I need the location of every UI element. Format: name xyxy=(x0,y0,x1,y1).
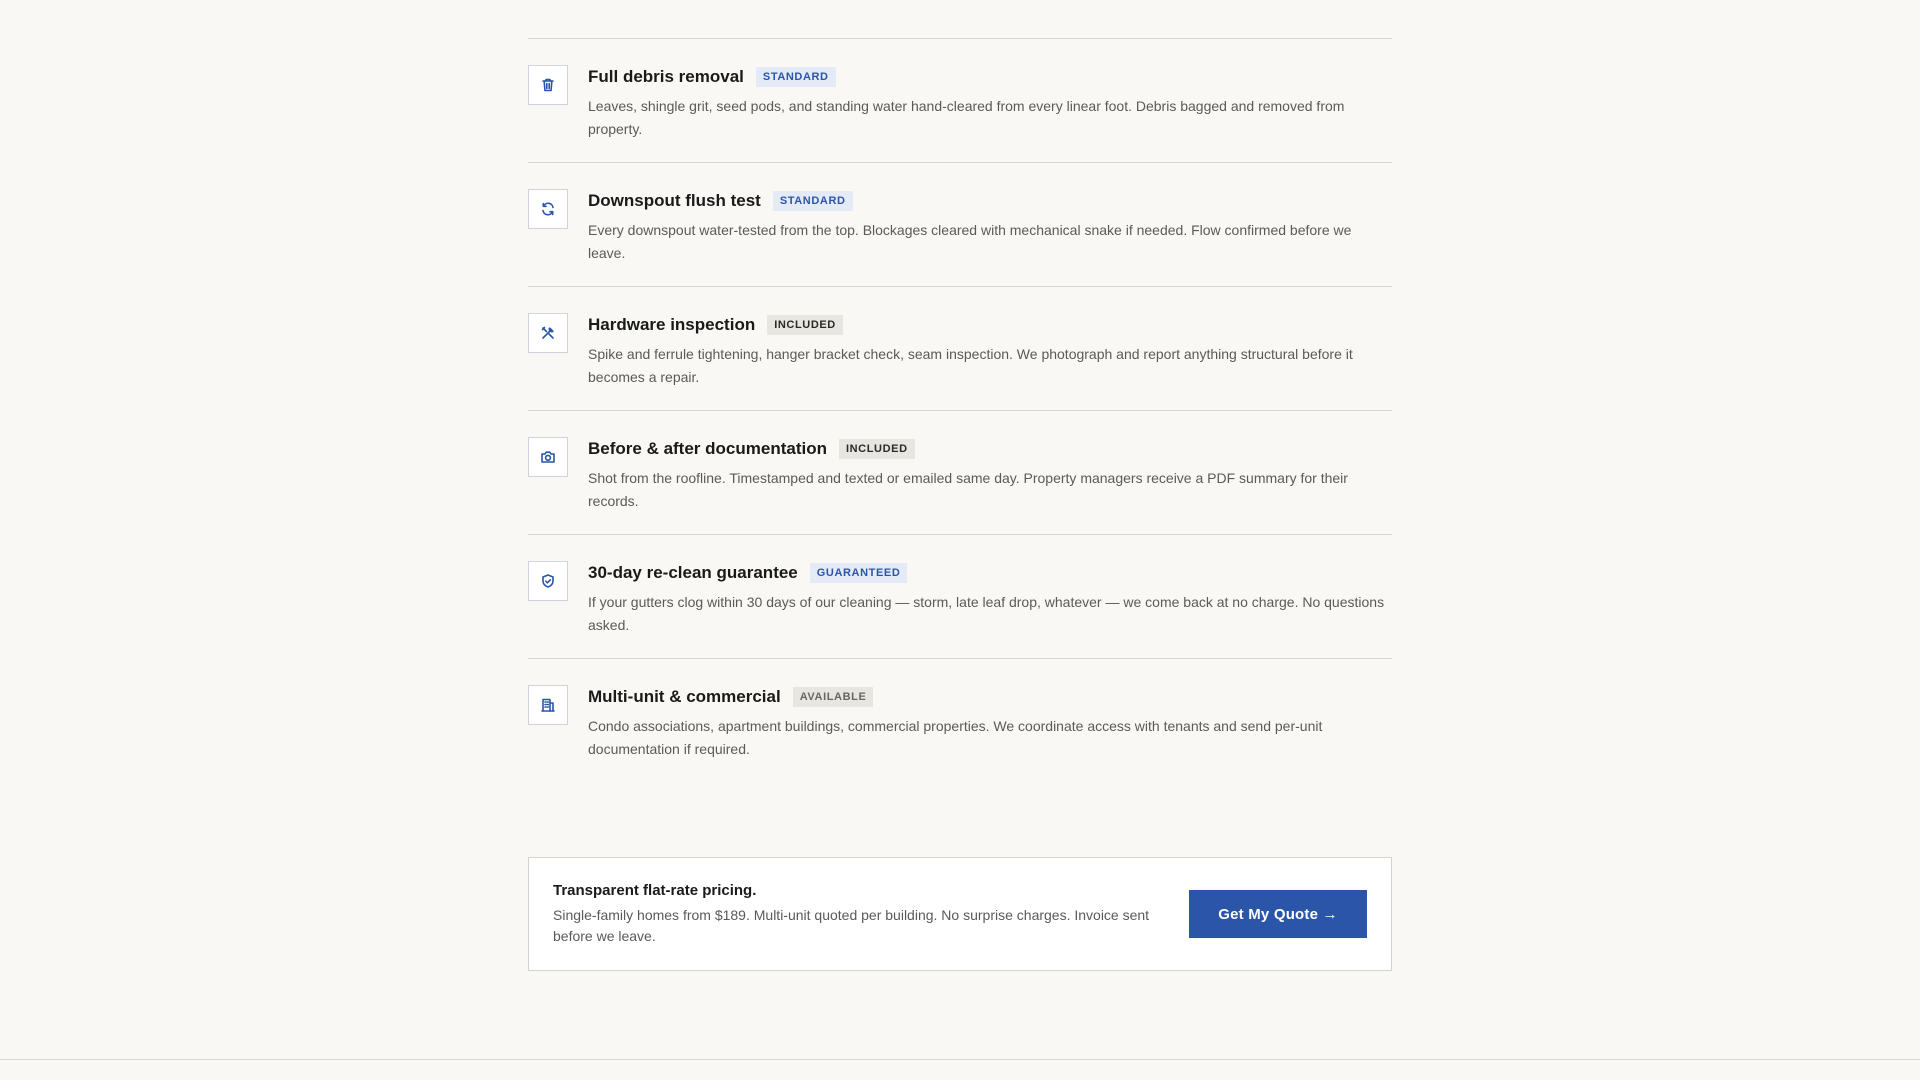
service-header: Full debris removal STANDARD xyxy=(588,65,1392,89)
service-badge: INCLUDED xyxy=(767,315,843,335)
trash-icon xyxy=(528,65,568,105)
service-badge: STANDARD xyxy=(772,191,853,211)
pricing-callout: Transparent flat-rate pricing. Single-fa… xyxy=(528,857,1392,971)
service-description: If your gutters clog within 30 days of o… xyxy=(588,594,1385,633)
service-title: Full debris removal xyxy=(588,67,744,86)
tools-icon xyxy=(528,313,568,353)
service-title: Multi-unit & commercial xyxy=(588,687,781,706)
pricing-text: Transparent flat-rate pricing. Single-fa… xyxy=(553,882,1189,947)
service-item-debris-removal: Full debris removal STANDARD Leaves, shi… xyxy=(528,39,1392,163)
building-icon xyxy=(528,685,568,725)
service-description: Condo associations, apartment buildings,… xyxy=(588,718,1323,757)
service-header: Downspout flush test STANDARD xyxy=(588,189,1392,213)
service-header: 30-day re-clean guarantee GUARANTEED xyxy=(588,561,1392,585)
service-description: Every downspout water-tested from the to… xyxy=(588,222,1352,261)
service-body: Downspout flush test STANDARD Every down… xyxy=(588,189,1392,265)
service-title: Hardware inspection xyxy=(588,315,756,334)
pricing-title: Transparent flat-rate pricing. xyxy=(553,881,757,899)
service-header: Multi-unit & commercial AVAILABLE xyxy=(588,685,1392,709)
service-badge: GUARANTEED xyxy=(809,563,908,583)
service-body: 30-day re-clean guarantee GUARANTEED If … xyxy=(588,561,1392,637)
service-title: 30-day re-clean guarantee xyxy=(588,563,798,582)
services-section: Full debris removal STANDARD Leaves, shi… xyxy=(528,38,1392,971)
service-description: Spike and ferrule tightening, hanger bra… xyxy=(588,346,1353,385)
service-body: Multi-unit & commercial AVAILABLE Condo … xyxy=(588,685,1392,761)
get-quote-button[interactable]: Get My Quote → xyxy=(1189,890,1367,938)
service-title: Before & after documentation xyxy=(588,439,827,458)
refresh-icon xyxy=(528,189,568,229)
service-body: Full debris removal STANDARD Leaves, shi… xyxy=(588,65,1392,141)
service-item-multi-unit: Multi-unit & commercial AVAILABLE Condo … xyxy=(528,659,1392,783)
service-item-documentation: Before & after documentation INCLUDED Sh… xyxy=(528,411,1392,535)
camera-icon xyxy=(528,437,568,477)
service-body: Hardware inspection INCLUDED Spike and f… xyxy=(588,313,1392,389)
service-list: Full debris removal STANDARD Leaves, shi… xyxy=(528,38,1392,783)
service-title: Downspout flush test xyxy=(588,191,761,210)
service-description: Leaves, shingle grit, seed pods, and sta… xyxy=(588,98,1345,137)
service-description: Shot from the roofline. Timestamped and … xyxy=(588,470,1348,509)
service-body: Before & after documentation INCLUDED Sh… xyxy=(588,437,1392,513)
service-badge: STANDARD xyxy=(755,67,836,87)
service-header: Before & after documentation INCLUDED xyxy=(588,437,1392,461)
service-header: Hardware inspection INCLUDED xyxy=(588,313,1392,337)
service-badge: AVAILABLE xyxy=(792,687,874,707)
shield-check-icon xyxy=(528,561,568,601)
service-item-guarantee: 30-day re-clean guarantee GUARANTEED If … xyxy=(528,535,1392,659)
service-badge: INCLUDED xyxy=(838,439,915,459)
pricing-description: Single-family homes from $189. Multi-uni… xyxy=(553,906,1150,944)
service-item-downspout-flush: Downspout flush test STANDARD Every down… xyxy=(528,163,1392,287)
service-item-hardware-inspection: Hardware inspection INCLUDED Spike and f… xyxy=(528,287,1392,411)
footer-divider xyxy=(0,1059,1920,1060)
